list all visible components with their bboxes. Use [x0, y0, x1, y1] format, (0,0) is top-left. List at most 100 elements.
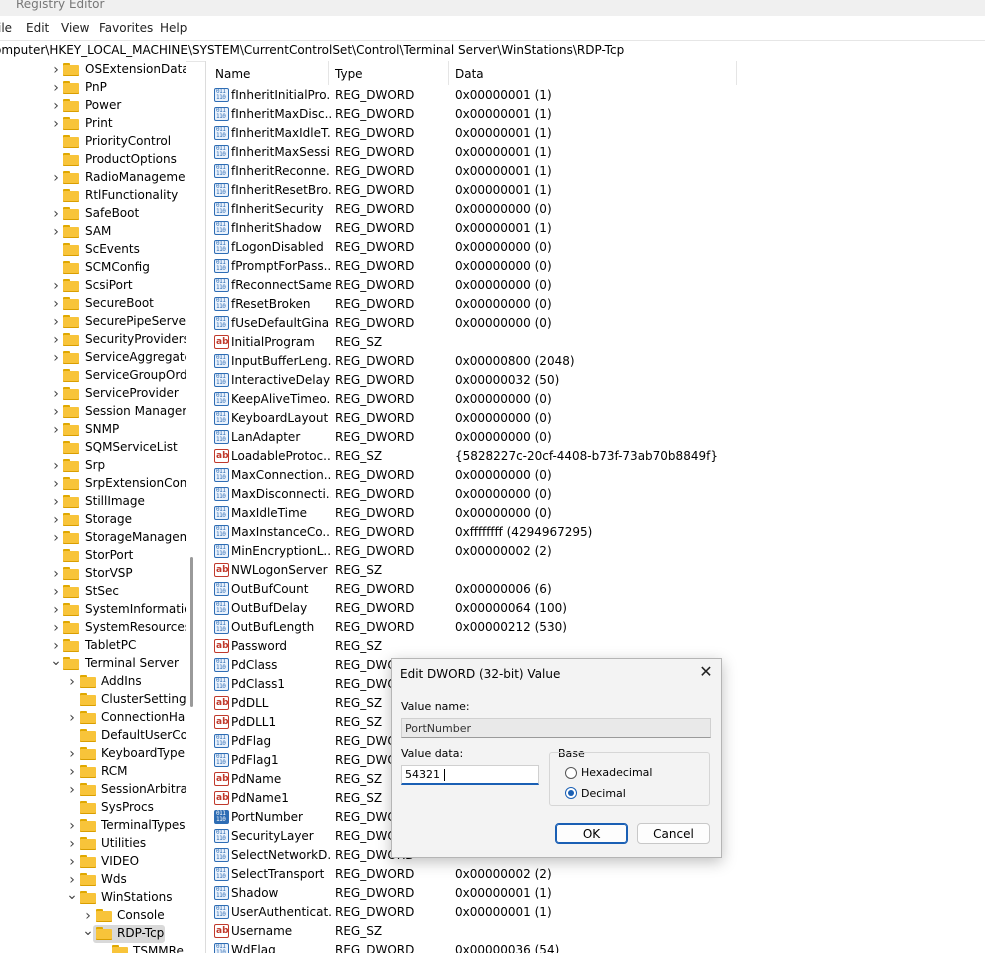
tree-item-label[interactable]: SCMConfig [85, 260, 150, 274]
value-row[interactable]: 011 110 MaxConnection... REG_DWORD 0x0000000… [206, 466, 985, 485]
value-row[interactable]: 011 110 fInheritMaxIdleT... REG_DWORD 0x0000… [206, 124, 985, 143]
tree-item[interactable]: ServiceGroupOrder [0, 367, 186, 385]
chevron-right-icon[interactable]: › [50, 349, 62, 367]
value-row[interactable]: 011 110 MinEncryptionL... REG_DWORD 0x000000… [206, 542, 985, 561]
tree-item-label[interactable]: Wds [101, 872, 127, 886]
tree-item[interactable]: › SafeBoot [0, 205, 186, 223]
tree-item[interactable]: ⌄ WinStations [0, 888, 186, 907]
chevron-right-icon[interactable]: › [50, 493, 62, 511]
value-row[interactable]: ab Password REG_SZ [206, 637, 985, 656]
value-row[interactable]: 011 110 fInheritMaxSessi... REG_DWORD 0x0000… [206, 143, 985, 162]
tree-item[interactable]: StorPort [0, 547, 186, 565]
tree-item-label[interactable]: TabletPC [85, 638, 136, 652]
value-row[interactable]: 011 110 fInheritInitialPro... REG_DWORD 0x00… [206, 86, 985, 105]
decimal-radio[interactable] [565, 787, 577, 799]
tree-item[interactable]: ProductOptions [0, 151, 186, 169]
menu-edit[interactable]: Edit [26, 21, 49, 35]
tree-item[interactable]: › SecureBoot [0, 295, 186, 313]
tree-item[interactable]: › StorVSP [0, 565, 186, 583]
tree-item-label[interactable]: ConnectionHan [101, 710, 186, 724]
address-bar[interactable]: omputer\HKEY_LOCAL_MACHINE\SYSTEM\Curren… [0, 40, 985, 62]
value-row[interactable]: 011 110 fLogonDisabled REG_DWORD 0x00000000 … [206, 238, 985, 257]
chevron-right-icon[interactable]: › [50, 475, 62, 493]
value-row[interactable]: 011 110 OutBufDelay REG_DWORD 0x00000064 (10… [206, 599, 985, 618]
tree-item-label[interactable]: PriorityControl [85, 134, 171, 148]
tree-scrollbar[interactable] [190, 557, 193, 707]
tree-item-label[interactable]: SysProcs [101, 800, 154, 814]
tree-item-label[interactable]: SecurePipeServers [85, 314, 186, 328]
tree-item[interactable]: ScEvents [0, 241, 186, 259]
tree-item[interactable]: › Srp [0, 457, 186, 475]
tree-item-label[interactable]: Utilities [101, 836, 146, 850]
cancel-button[interactable]: Cancel [637, 823, 710, 844]
tree-item[interactable]: › StSec [0, 583, 186, 601]
hexadecimal-label[interactable]: Hexadecimal [581, 766, 652, 779]
value-row[interactable]: 011 110 MaxDisconnecti... REG_DWORD 0x000000… [206, 485, 985, 504]
chevron-right-icon[interactable]: › [50, 583, 62, 601]
chevron-down-icon[interactable]: ⌄ [50, 654, 62, 673]
tree-item-label[interactable]: ServiceAggregated [85, 350, 186, 364]
tree-item-label[interactable]: ServiceGroupOrder [85, 368, 186, 382]
tree-item[interactable]: › StorageManageme [0, 529, 186, 547]
chevron-right-icon[interactable]: › [50, 421, 62, 439]
value-row[interactable]: 011 110 InputBufferLeng... REG_DWORD 0x00000… [206, 352, 985, 371]
chevron-right-icon[interactable]: › [50, 205, 62, 223]
value-row[interactable]: ab NWLogonServer REG_SZ [206, 561, 985, 580]
value-row[interactable]: 011 110 MaxIdleTime REG_DWORD 0x00000000 (0) [206, 504, 985, 523]
chevron-right-icon[interactable]: › [50, 601, 62, 619]
tree-item[interactable]: › KeyboardType M [0, 745, 186, 763]
tree-item-label[interactable]: PnP [85, 80, 107, 94]
column-separator[interactable] [448, 61, 449, 85]
tree-item[interactable]: RtlFunctionality [0, 187, 186, 205]
tree-item-label[interactable]: Terminal Server [85, 656, 179, 670]
value-row[interactable]: 011 110 LanAdapter REG_DWORD 0x00000000 (0) [206, 428, 985, 447]
column-type-header[interactable]: Type [335, 67, 363, 81]
tree-item-label[interactable]: SessionArbitrati [101, 782, 186, 796]
value-data-input[interactable]: 54321 [401, 765, 539, 785]
tree-item[interactable]: › OSExtensionDataba [0, 61, 186, 79]
tree-item-label[interactable]: RCM [101, 764, 127, 778]
tree-item[interactable]: DefaultUserCon [0, 727, 186, 745]
tree-item[interactable]: › Utilities [0, 835, 186, 853]
value-row[interactable]: 011 110 OutBufCount REG_DWORD 0x00000006 (6) [206, 580, 985, 599]
tree-item-label[interactable]: TSMMRe [133, 944, 184, 953]
tree-item[interactable]: › Session Manager [0, 403, 186, 421]
value-row[interactable]: 011 110 UserAuthenticat... REG_DWORD 0x00000… [206, 903, 985, 922]
value-row[interactable]: 011 110 fInheritReconne... REG_DWORD 0x00000… [206, 162, 985, 181]
menu-help[interactable]: Help [160, 21, 187, 35]
tree-item[interactable]: › TabletPC [0, 637, 186, 655]
value-row[interactable]: ab Username REG_SZ [206, 922, 985, 941]
tree-item[interactable]: › ServiceAggregated [0, 349, 186, 367]
tree-item-label[interactable]: SAM [85, 224, 111, 238]
decimal-label[interactable]: Decimal [581, 787, 626, 800]
value-row[interactable]: 011 110 KeepAliveTimeo... REG_DWORD 0x000000… [206, 390, 985, 409]
value-row[interactable]: 011 110 fResetBroken REG_DWORD 0x00000000 (0… [206, 295, 985, 314]
tree-item[interactable]: › PnP [0, 79, 186, 97]
value-row[interactable]: 011 110 InteractiveDelay REG_DWORD 0x0000003… [206, 371, 985, 390]
chevron-right-icon[interactable]: › [66, 673, 78, 691]
tree-item-label[interactable]: SQMServiceList [85, 440, 178, 454]
tree-item[interactable]: › RadioManagement [0, 169, 186, 187]
tree-item[interactable]: TSMMRe [0, 943, 186, 953]
tree-item-label[interactable]: SafeBoot [85, 206, 139, 220]
menu-file[interactable]: ile [0, 21, 12, 35]
tree-item-label[interactable]: StSec [85, 584, 119, 598]
value-row[interactable]: 011 110 OutBufLength REG_DWORD 0x00000212 (5… [206, 618, 985, 637]
tree-item[interactable]: › SystemInformation [0, 601, 186, 619]
tree-item[interactable]: ⌄ RDP-Tcp [0, 924, 186, 943]
value-row[interactable]: 011 110 KeyboardLayout REG_DWORD 0x00000000 … [206, 409, 985, 428]
tree-item-label[interactable]: ScEvents [85, 242, 140, 256]
chevron-right-icon[interactable]: › [50, 79, 62, 97]
tree-item[interactable]: › Wds [0, 871, 186, 889]
tree-item[interactable]: › Storage [0, 511, 186, 529]
chevron-right-icon[interactable]: › [50, 529, 62, 547]
chevron-right-icon[interactable]: › [50, 61, 62, 79]
tree-item-label[interactable]: Print [85, 116, 113, 130]
tree-item-label[interactable]: DefaultUserCon [101, 728, 186, 742]
tree-item[interactable]: › SrpExtensionConfig [0, 475, 186, 493]
chevron-right-icon[interactable]: › [50, 295, 62, 313]
value-row[interactable]: 011 110 SelectTransport REG_DWORD 0x00000002… [206, 865, 985, 884]
ok-button[interactable]: OK [555, 823, 628, 844]
tree-item[interactable]: › Power [0, 97, 186, 115]
chevron-right-icon[interactable]: › [66, 709, 78, 727]
